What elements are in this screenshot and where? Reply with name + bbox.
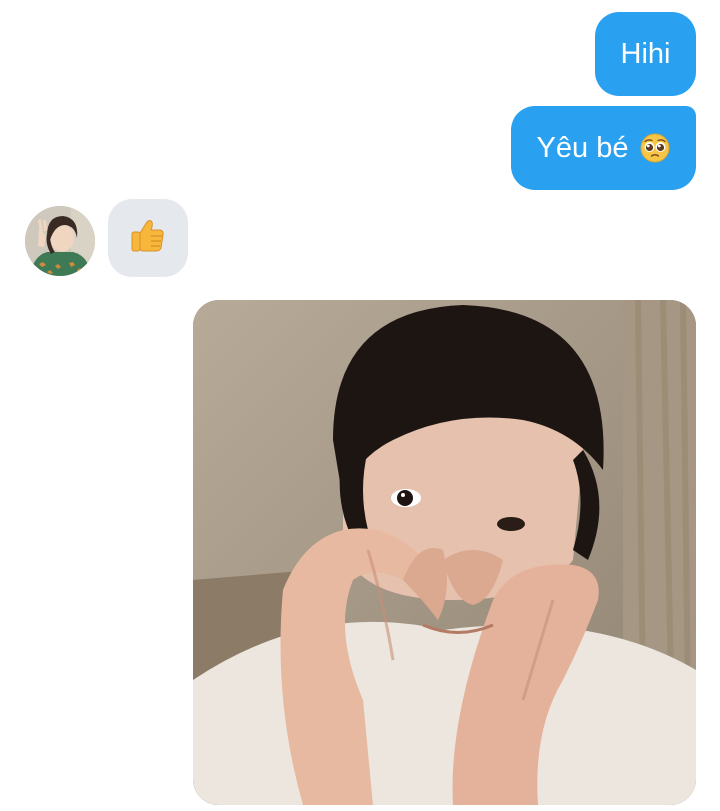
- incoming-reaction-bubble[interactable]: [108, 199, 188, 277]
- incoming-photo[interactable]: [193, 300, 696, 805]
- pleading-face-emoji-icon: [640, 133, 670, 163]
- message-text: Hihi: [620, 37, 671, 70]
- message-text: Yêu bé: [536, 131, 629, 164]
- contact-avatar[interactable]: [25, 206, 95, 276]
- thumbs-up-emoji-icon: [129, 217, 167, 260]
- outgoing-message-bubble[interactable]: Yêu bé: [511, 106, 696, 190]
- outgoing-message-bubble[interactable]: Hihi: [595, 12, 696, 96]
